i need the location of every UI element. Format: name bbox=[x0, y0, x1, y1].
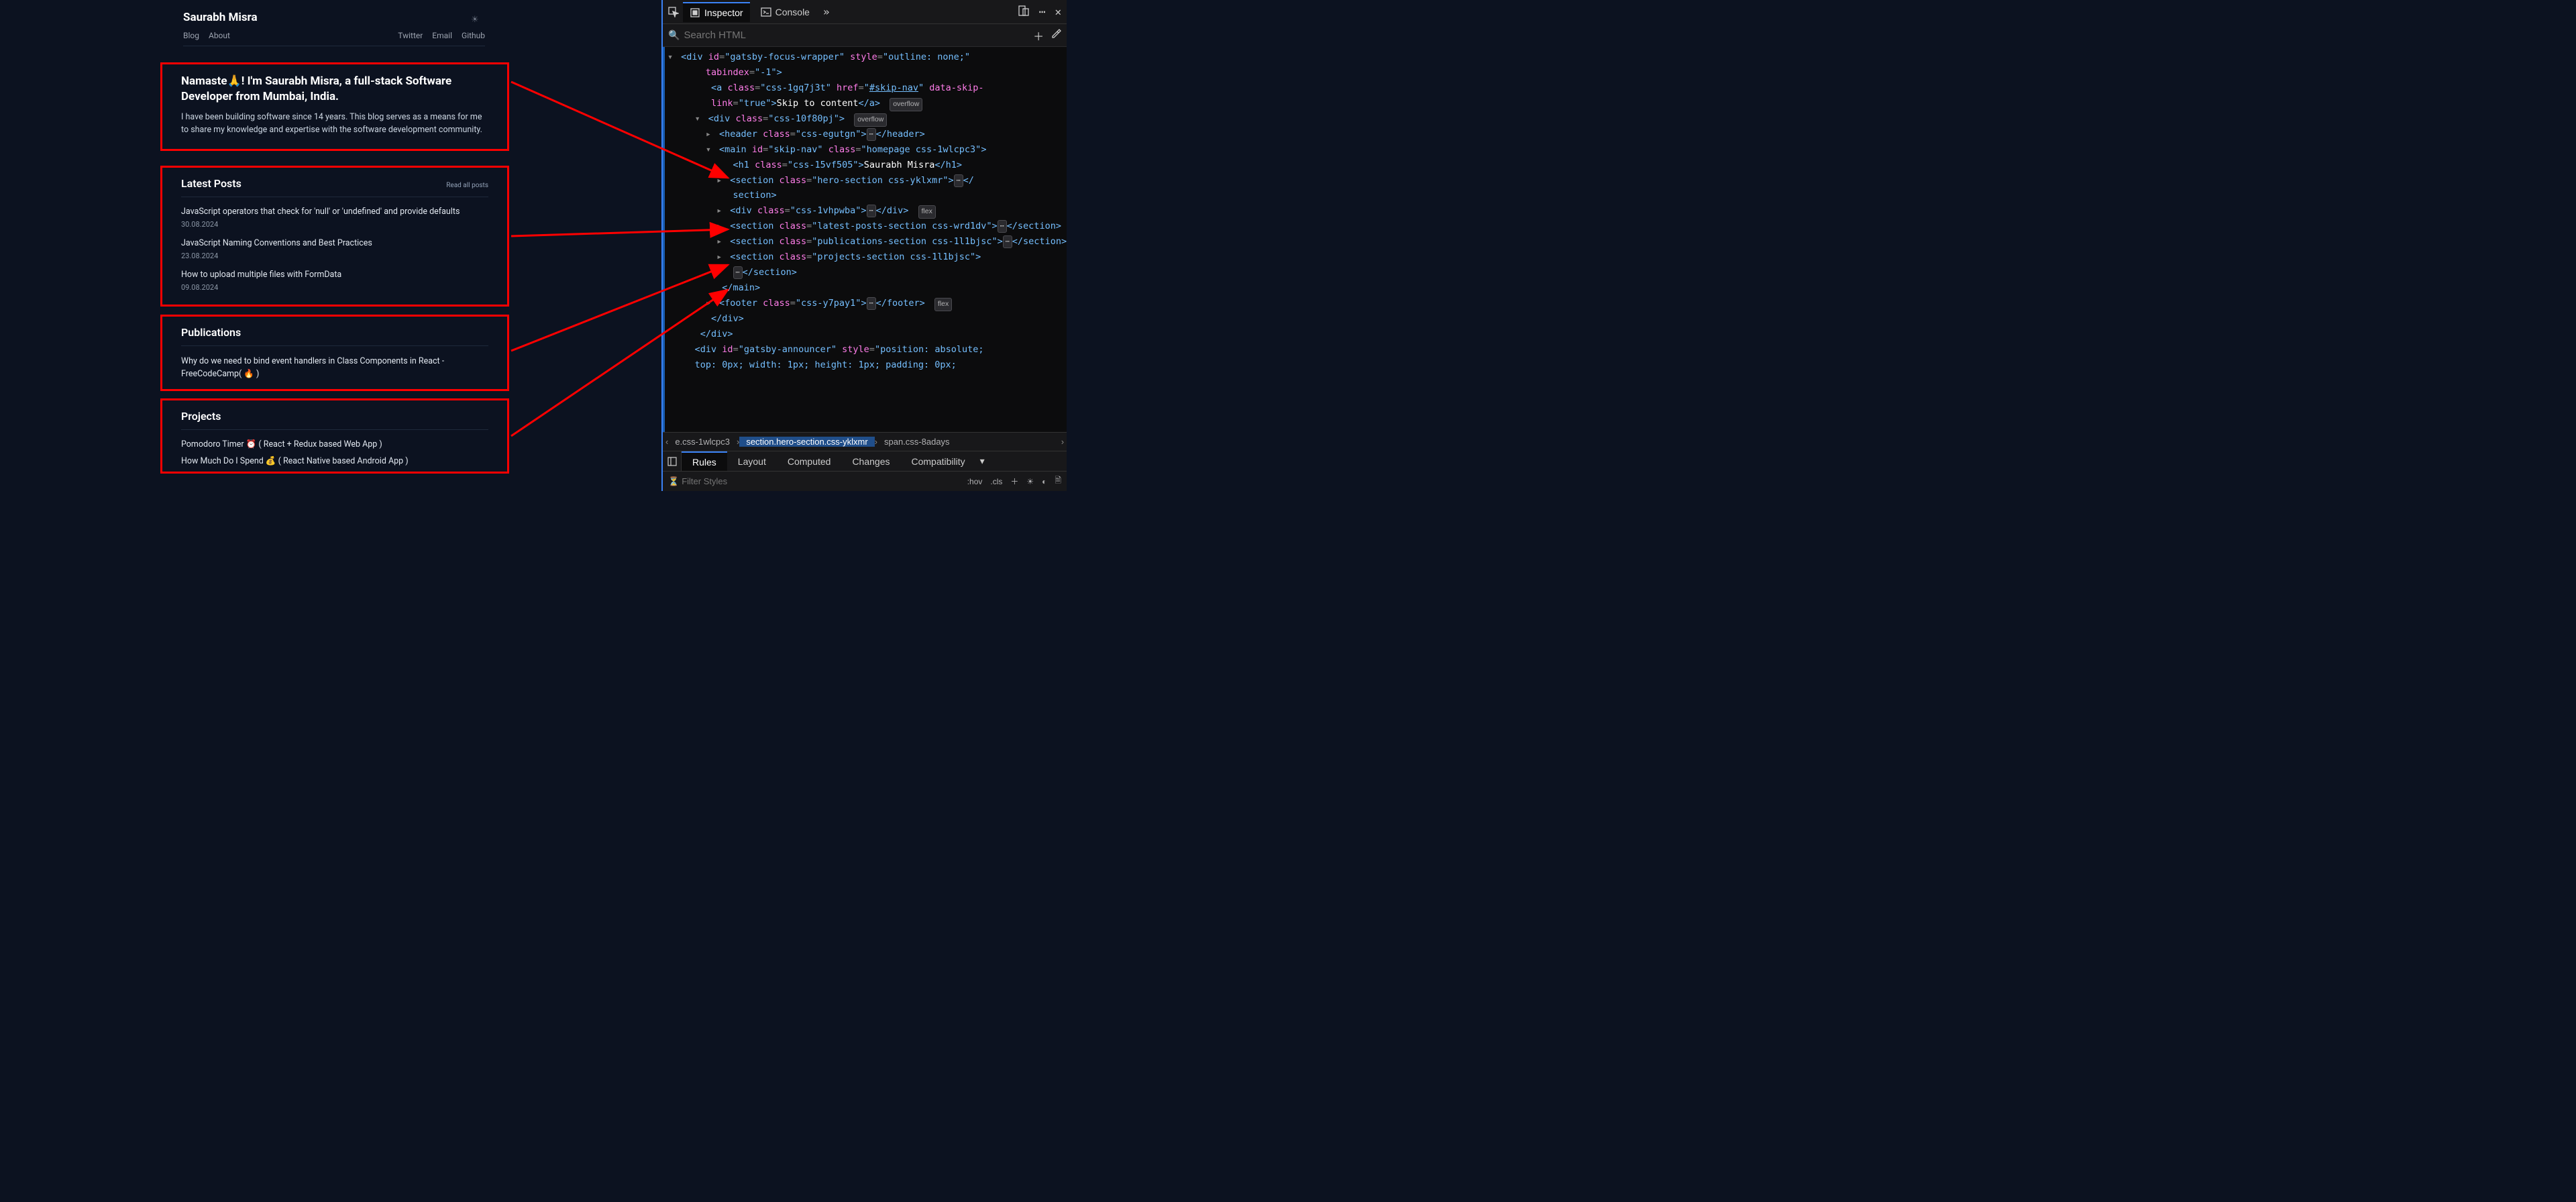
nav-github[interactable]: Github bbox=[462, 31, 485, 40]
post-date: 09.08.2024 bbox=[181, 283, 488, 292]
hero-section-annotation: Namaste🙏! I'm Saurabh Misra, a full-stac… bbox=[160, 62, 509, 151]
projects-heading: Projects bbox=[181, 410, 221, 423]
latest-posts-annotation: Latest Posts Read all posts JavaScript o… bbox=[160, 166, 509, 307]
breadcrumb-item[interactable]: section.hero-section.css-yklxmr bbox=[739, 437, 874, 447]
dark-scheme-icon[interactable]: ◐ bbox=[1042, 477, 1046, 486]
breadcrumb-item[interactable]: span.css-8adays bbox=[877, 437, 957, 447]
breadcrumb-item[interactable]: e.css-1wlcpc3 bbox=[668, 437, 737, 447]
cls-toggle[interactable]: .cls bbox=[990, 477, 1002, 486]
light-scheme-icon[interactable]: ☀ bbox=[1026, 477, 1034, 486]
search-html-input[interactable] bbox=[680, 30, 1026, 41]
project-item[interactable]: How Much Do I Spend 💰 ( React Native bas… bbox=[181, 456, 488, 466]
tabs-overflow-icon[interactable]: » bbox=[823, 5, 830, 18]
element-picker-icon[interactable] bbox=[668, 7, 679, 17]
nav-blog[interactable]: Blog bbox=[183, 31, 199, 40]
filter-icon: ⏳ bbox=[668, 476, 679, 487]
tab-compatibility[interactable]: Compatibility bbox=[900, 451, 975, 471]
breadcrumb-next-icon[interactable]: › bbox=[1061, 437, 1064, 447]
site-title: Saurabh Misra bbox=[183, 11, 485, 24]
post-title[interactable]: How to upload multiple files with FormDa… bbox=[181, 270, 488, 280]
tab-inspector[interactable]: Inspector bbox=[683, 2, 750, 22]
post-title[interactable]: JavaScript Naming Conventions and Best P… bbox=[181, 238, 488, 248]
publications-heading: Publications bbox=[181, 326, 241, 339]
dom-tree[interactable]: ▾ <div id="gatsby-focus-wrapper" style="… bbox=[663, 47, 1067, 432]
latest-heading: Latest Posts bbox=[181, 177, 241, 190]
meatball-menu-icon[interactable]: ⋯ bbox=[1039, 5, 1046, 18]
devtools-pane: Inspector Console » ⋯ ✕ 🔍 ＋ ▾ <div id="g… bbox=[661, 0, 1067, 491]
styles-filter-row: ⏳ :hov .cls ＋ ☀ ◐ 🗎 bbox=[663, 471, 1067, 491]
site-nav: Blog About Twitter Email Github bbox=[183, 31, 485, 46]
print-sim-icon[interactable]: 🗎 bbox=[1055, 474, 1061, 488]
nav-twitter[interactable]: Twitter bbox=[398, 31, 423, 40]
html-search-row: 🔍 ＋ bbox=[663, 24, 1067, 47]
website-pane: Saurabh Misra Blog About Twitter Email G… bbox=[0, 0, 661, 491]
overflow-badge[interactable]: overflow bbox=[890, 98, 922, 111]
sidebar-toggle-icon[interactable] bbox=[663, 451, 682, 471]
tab-layout[interactable]: Layout bbox=[727, 451, 777, 471]
add-rule-icon[interactable]: ＋ bbox=[1010, 476, 1018, 487]
post-date: 23.08.2024 bbox=[181, 252, 488, 260]
nav-about[interactable]: About bbox=[209, 31, 230, 40]
hero-heading: Namaste🙏! I'm Saurabh Misra, a full-stac… bbox=[181, 74, 488, 105]
filter-styles-input[interactable] bbox=[679, 476, 959, 486]
responsive-mode-icon[interactable] bbox=[1018, 5, 1030, 19]
flex-badge[interactable]: flex bbox=[934, 298, 952, 311]
add-node-icon[interactable]: ＋ bbox=[1033, 28, 1044, 44]
tab-computed[interactable]: Computed bbox=[777, 451, 842, 471]
close-devtools-icon[interactable]: ✕ bbox=[1055, 5, 1061, 18]
publications-annotation: Publications Why do we need to bind even… bbox=[160, 315, 509, 391]
theme-toggle-icon[interactable]: ☀ bbox=[471, 15, 479, 25]
publication-item[interactable]: Why do we need to bind event handlers in… bbox=[181, 356, 488, 381]
rules-tabs: Rules Layout Computed Changes Compatibil… bbox=[663, 451, 1067, 471]
tab-changes[interactable]: Changes bbox=[841, 451, 900, 471]
dom-breadcrumb: ‹ e.css-1wlcpc3 › section.hero-section.c… bbox=[663, 432, 1067, 451]
tab-console[interactable]: Console bbox=[754, 3, 816, 21]
eyedropper-icon[interactable] bbox=[1051, 29, 1061, 42]
nav-email[interactable]: Email bbox=[432, 31, 452, 40]
hero-body: I have been building software since 14 y… bbox=[181, 111, 488, 137]
flex-badge[interactable]: flex bbox=[918, 205, 936, 219]
search-icon: 🔍 bbox=[668, 30, 680, 41]
tab-rules[interactable]: Rules bbox=[682, 451, 727, 471]
devtools-toolbar: Inspector Console » ⋯ ✕ bbox=[663, 0, 1067, 24]
projects-annotation: Projects Pomodoro Timer ⏰ ( React + Redu… bbox=[160, 398, 509, 474]
hov-toggle[interactable]: :hov bbox=[967, 477, 983, 486]
project-item[interactable]: Pomodoro Timer ⏰ ( React + Redux based W… bbox=[181, 439, 488, 449]
post-date: 30.08.2024 bbox=[181, 220, 488, 229]
post-title[interactable]: JavaScript operators that check for 'nul… bbox=[181, 207, 488, 217]
read-all-link[interactable]: Read all posts bbox=[446, 182, 488, 189]
overflow-badge[interactable]: overflow bbox=[854, 113, 887, 127]
dropdown-icon[interactable]: ▾ bbox=[976, 455, 989, 467]
